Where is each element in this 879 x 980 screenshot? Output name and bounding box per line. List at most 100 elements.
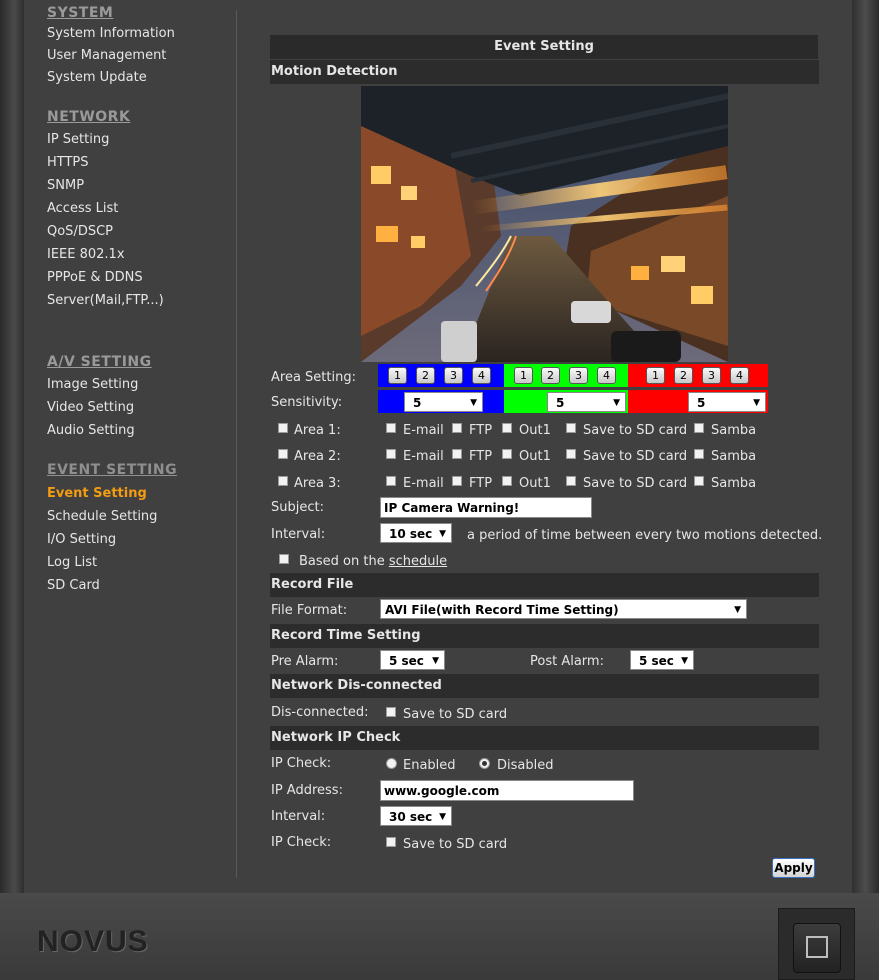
sidebar-item-ip-setting[interactable]: IP Setting — [47, 132, 109, 147]
ip-check-label: IP Check: — [271, 756, 332, 771]
stop-icon — [806, 936, 828, 958]
area-3-button-1[interactable]: 1 — [646, 367, 665, 384]
sidebar-item-log-list[interactable]: Log List — [47, 555, 97, 570]
area-3-samba-label: Samba — [711, 476, 757, 491]
subject-label: Subject: — [271, 500, 324, 515]
ip-check-disabled-radio[interactable] — [479, 758, 490, 769]
file-format-select[interactable]: AVI File(with Record Time Setting) ▼ — [380, 599, 747, 619]
area-1-button-3[interactable]: 3 — [444, 367, 463, 384]
interval-select[interactable]: 10 sec ▼ — [380, 523, 452, 543]
area-2-button-1[interactable]: 1 — [514, 367, 533, 384]
area-1-samba-checkbox[interactable] — [694, 423, 704, 433]
sidebar-section-system[interactable]: SYSTEM — [47, 5, 113, 21]
pre-alarm-value: 5 sec — [389, 654, 424, 668]
sidebar-section-av-setting[interactable]: A/V SETTING — [47, 354, 152, 370]
sensitivity-2-select[interactable]: 5 ▼ — [547, 392, 626, 412]
area-3-sd-checkbox[interactable] — [566, 476, 576, 486]
sidebar-item-image-setting[interactable]: Image Setting — [47, 377, 138, 392]
sidebar-item-io-setting[interactable]: I/O Setting — [47, 532, 116, 547]
sidebar-item-server[interactable]: Server(Mail,FTP...) — [47, 293, 164, 308]
pre-alarm-label: Pre Alarm: — [271, 654, 339, 669]
ip-check-sd-checkbox[interactable] — [386, 837, 396, 847]
area-2-selector: 1 2 3 4 — [504, 364, 628, 387]
area-3-button-2[interactable]: 2 — [674, 367, 693, 384]
sidebar-item-system-information[interactable]: System Information — [47, 26, 175, 41]
area-1-ftp-checkbox[interactable] — [452, 423, 462, 433]
camera-preview[interactable] — [361, 86, 728, 362]
area-2-ftp-checkbox[interactable] — [452, 449, 462, 459]
ip-check-enabled-radio[interactable] — [386, 758, 397, 769]
pre-alarm-select[interactable]: 5 sec ▼ — [380, 650, 445, 670]
chevron-down-icon: ▼ — [734, 605, 741, 615]
ip-check-enabled-label: Enabled — [403, 758, 456, 773]
schedule-link[interactable]: schedule — [389, 554, 447, 569]
chevron-down-icon: ▼ — [613, 398, 620, 408]
disconnected-sd-label: Save to SD card — [403, 707, 508, 722]
area-3-samba-checkbox[interactable] — [694, 476, 704, 486]
sidebar-item-video-setting[interactable]: Video Setting — [47, 400, 134, 415]
sidebar-item-snmp[interactable]: SNMP — [47, 178, 84, 193]
apply-button[interactable]: Apply — [772, 858, 815, 878]
frame-right-border — [852, 0, 879, 893]
area-1-button-4[interactable]: 4 — [472, 367, 491, 384]
area-3-checkbox[interactable] — [278, 476, 288, 486]
ip-address-input[interactable]: www.google.com — [380, 780, 634, 801]
area-2-button-3[interactable]: 3 — [569, 367, 588, 384]
area-1-samba-label: Samba — [711, 423, 757, 438]
section-motion-detection: Motion Detection — [270, 60, 819, 84]
sidebar-divider — [236, 10, 237, 878]
subject-input[interactable]: IP Camera Warning! — [380, 497, 592, 518]
file-format-value: AVI File(with Record Time Setting) — [385, 603, 619, 617]
area-1-button-2[interactable]: 2 — [416, 367, 435, 384]
sidebar-item-schedule-setting[interactable]: Schedule Setting — [47, 509, 157, 524]
post-alarm-select[interactable]: 5 sec ▼ — [630, 650, 694, 670]
sidebar-item-https[interactable]: HTTPS — [47, 155, 89, 170]
area-3-button-3[interactable]: 3 — [702, 367, 721, 384]
disconnected-sd-checkbox[interactable] — [386, 707, 396, 717]
sidebar-item-system-update[interactable]: System Update — [47, 70, 147, 85]
area-1-out1-label: Out1 — [519, 423, 551, 438]
area-2-samba-label: Samba — [711, 449, 757, 464]
sensitivity-3-select[interactable]: 5 ▼ — [688, 392, 766, 412]
ip-interval-value: 30 sec — [389, 810, 433, 824]
sidebar-section-network[interactable]: NETWORK — [47, 109, 130, 125]
area-2-samba-checkbox[interactable] — [694, 449, 704, 459]
ip-interval-select[interactable]: 30 sec ▼ — [380, 806, 452, 826]
disconnected-label: Dis-connected: — [271, 705, 369, 720]
area-3-out1-checkbox[interactable] — [502, 476, 512, 486]
area-2-checkbox[interactable] — [278, 449, 288, 459]
area-1-sd-checkbox[interactable] — [566, 423, 576, 433]
sidebar-item-qos-dscp[interactable]: QoS/DSCP — [47, 224, 113, 239]
area-3-email-label: E-mail — [403, 476, 444, 491]
area-2-sd-checkbox[interactable] — [566, 449, 576, 459]
sidebar-item-access-list[interactable]: Access List — [47, 201, 118, 216]
sidebar-item-audio-setting[interactable]: Audio Setting — [47, 423, 135, 438]
sidebar-section-event-setting[interactable]: EVENT SETTING — [47, 462, 177, 478]
area-1-checkbox[interactable] — [278, 423, 288, 433]
area-3-button-4[interactable]: 4 — [730, 367, 749, 384]
sidebar-item-user-management[interactable]: User Management — [47, 48, 166, 63]
interval-note: a period of time between every two motio… — [467, 528, 823, 543]
area-1-email-checkbox[interactable] — [386, 423, 396, 433]
corner-button[interactable] — [778, 908, 855, 980]
interval-label: Interval: — [271, 527, 326, 542]
area-2-out1-checkbox[interactable] — [502, 449, 512, 459]
area-3-ftp-checkbox[interactable] — [452, 476, 462, 486]
area-3-email-checkbox[interactable] — [386, 476, 396, 486]
ip-interval-label: Interval: — [271, 809, 326, 824]
area-1-button-1[interactable]: 1 — [388, 367, 407, 384]
sidebar-item-pppoe-ddns[interactable]: PPPoE & DDNS — [47, 270, 143, 285]
sensitivity-1-select[interactable]: 5 ▼ — [404, 392, 483, 412]
area-2-button-4[interactable]: 4 — [597, 367, 616, 384]
schedule-checkbox[interactable] — [279, 554, 289, 564]
area-1-out1-checkbox[interactable] — [502, 423, 512, 433]
sidebar-item-ieee-8021x[interactable]: IEEE 802.1x — [47, 247, 125, 262]
schedule-prefix: Based on the — [299, 554, 385, 569]
area-2-button-2[interactable]: 2 — [541, 367, 560, 384]
sidebar-item-sd-card[interactable]: SD Card — [47, 578, 100, 593]
ip-check-sd-label: Save to SD card — [403, 837, 508, 852]
brand-logo: NOVUS — [37, 925, 149, 958]
area-2-email-checkbox[interactable] — [386, 449, 396, 459]
area-1-email-label: E-mail — [403, 423, 444, 438]
sidebar-item-event-setting[interactable]: Event Setting — [47, 486, 147, 501]
